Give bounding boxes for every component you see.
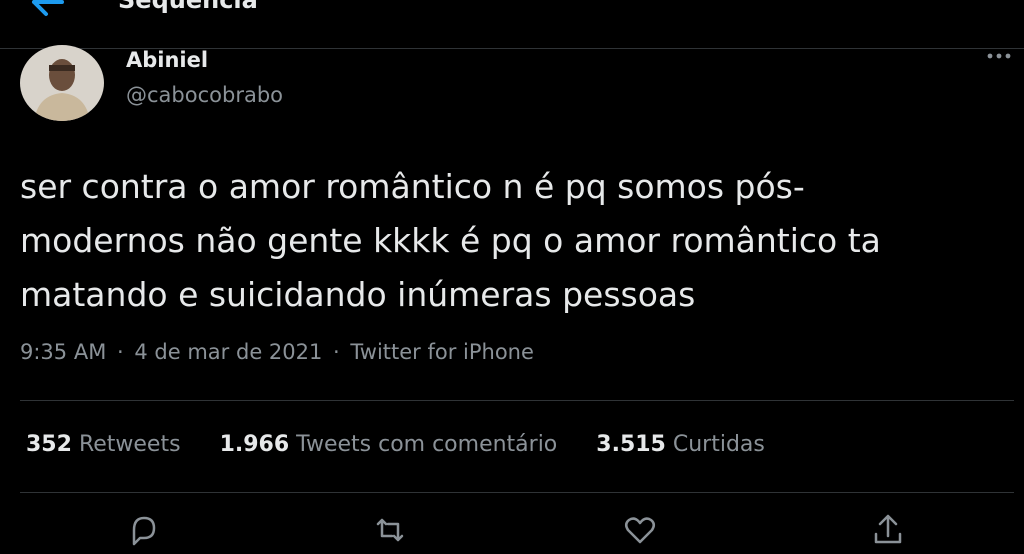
tweet-date[interactable]: 4 de mar de 2021 <box>134 340 322 364</box>
tweet-meta: 9:35 AM · 4 de mar de 2021 · Twitter for… <box>20 340 534 364</box>
tweet-time: 9:35 AM <box>20 340 107 364</box>
reply-button[interactable] <box>124 510 164 550</box>
back-button[interactable] <box>28 0 68 20</box>
retweet-button[interactable] <box>370 510 410 550</box>
retweets-label: Retweets <box>78 432 181 457</box>
retweet-icon <box>376 518 404 542</box>
more-options-button[interactable] <box>982 44 1016 68</box>
share-icon <box>874 514 902 544</box>
tweet-stats: 352 Retweets 1.966 Tweets com comentário… <box>26 432 797 457</box>
likes-count: 3.515 <box>596 432 666 457</box>
divider <box>20 492 1014 493</box>
tweet-source[interactable]: Twitter for iPhone <box>350 340 534 364</box>
arrow-left-icon <box>32 0 64 16</box>
more-horizontal-icon <box>987 53 1011 59</box>
quotes-label: Tweets com comentário <box>296 432 558 457</box>
heart-icon <box>625 517 655 544</box>
divider <box>20 400 1014 401</box>
likes-label: Curtidas <box>672 432 765 457</box>
quotes-count: 1.966 <box>219 432 290 457</box>
retweets-count: 352 <box>26 432 72 457</box>
like-button[interactable] <box>620 510 660 550</box>
quotes-stat[interactable]: 1.966 Tweets com comentário <box>220 432 558 457</box>
tweet-text: ser contra o amor romântico n é pq somos… <box>20 167 881 314</box>
page-title: Sequência <box>118 0 258 14</box>
meta-separator: · <box>333 340 340 364</box>
author-name[interactable]: Abiniel <box>126 48 208 72</box>
reply-icon <box>132 516 156 546</box>
meta-separator: · <box>117 340 124 364</box>
top-bar: Sequência <box>0 0 1024 49</box>
share-button[interactable] <box>868 510 908 550</box>
avatar-photo <box>20 45 104 121</box>
likes-stat[interactable]: 3.515 Curtidas <box>596 432 765 457</box>
author-handle[interactable]: @cabocobrabo <box>126 83 283 107</box>
retweets-stat[interactable]: 352 Retweets <box>26 432 181 457</box>
avatar[interactable] <box>20 45 104 121</box>
action-bar <box>0 510 1024 550</box>
